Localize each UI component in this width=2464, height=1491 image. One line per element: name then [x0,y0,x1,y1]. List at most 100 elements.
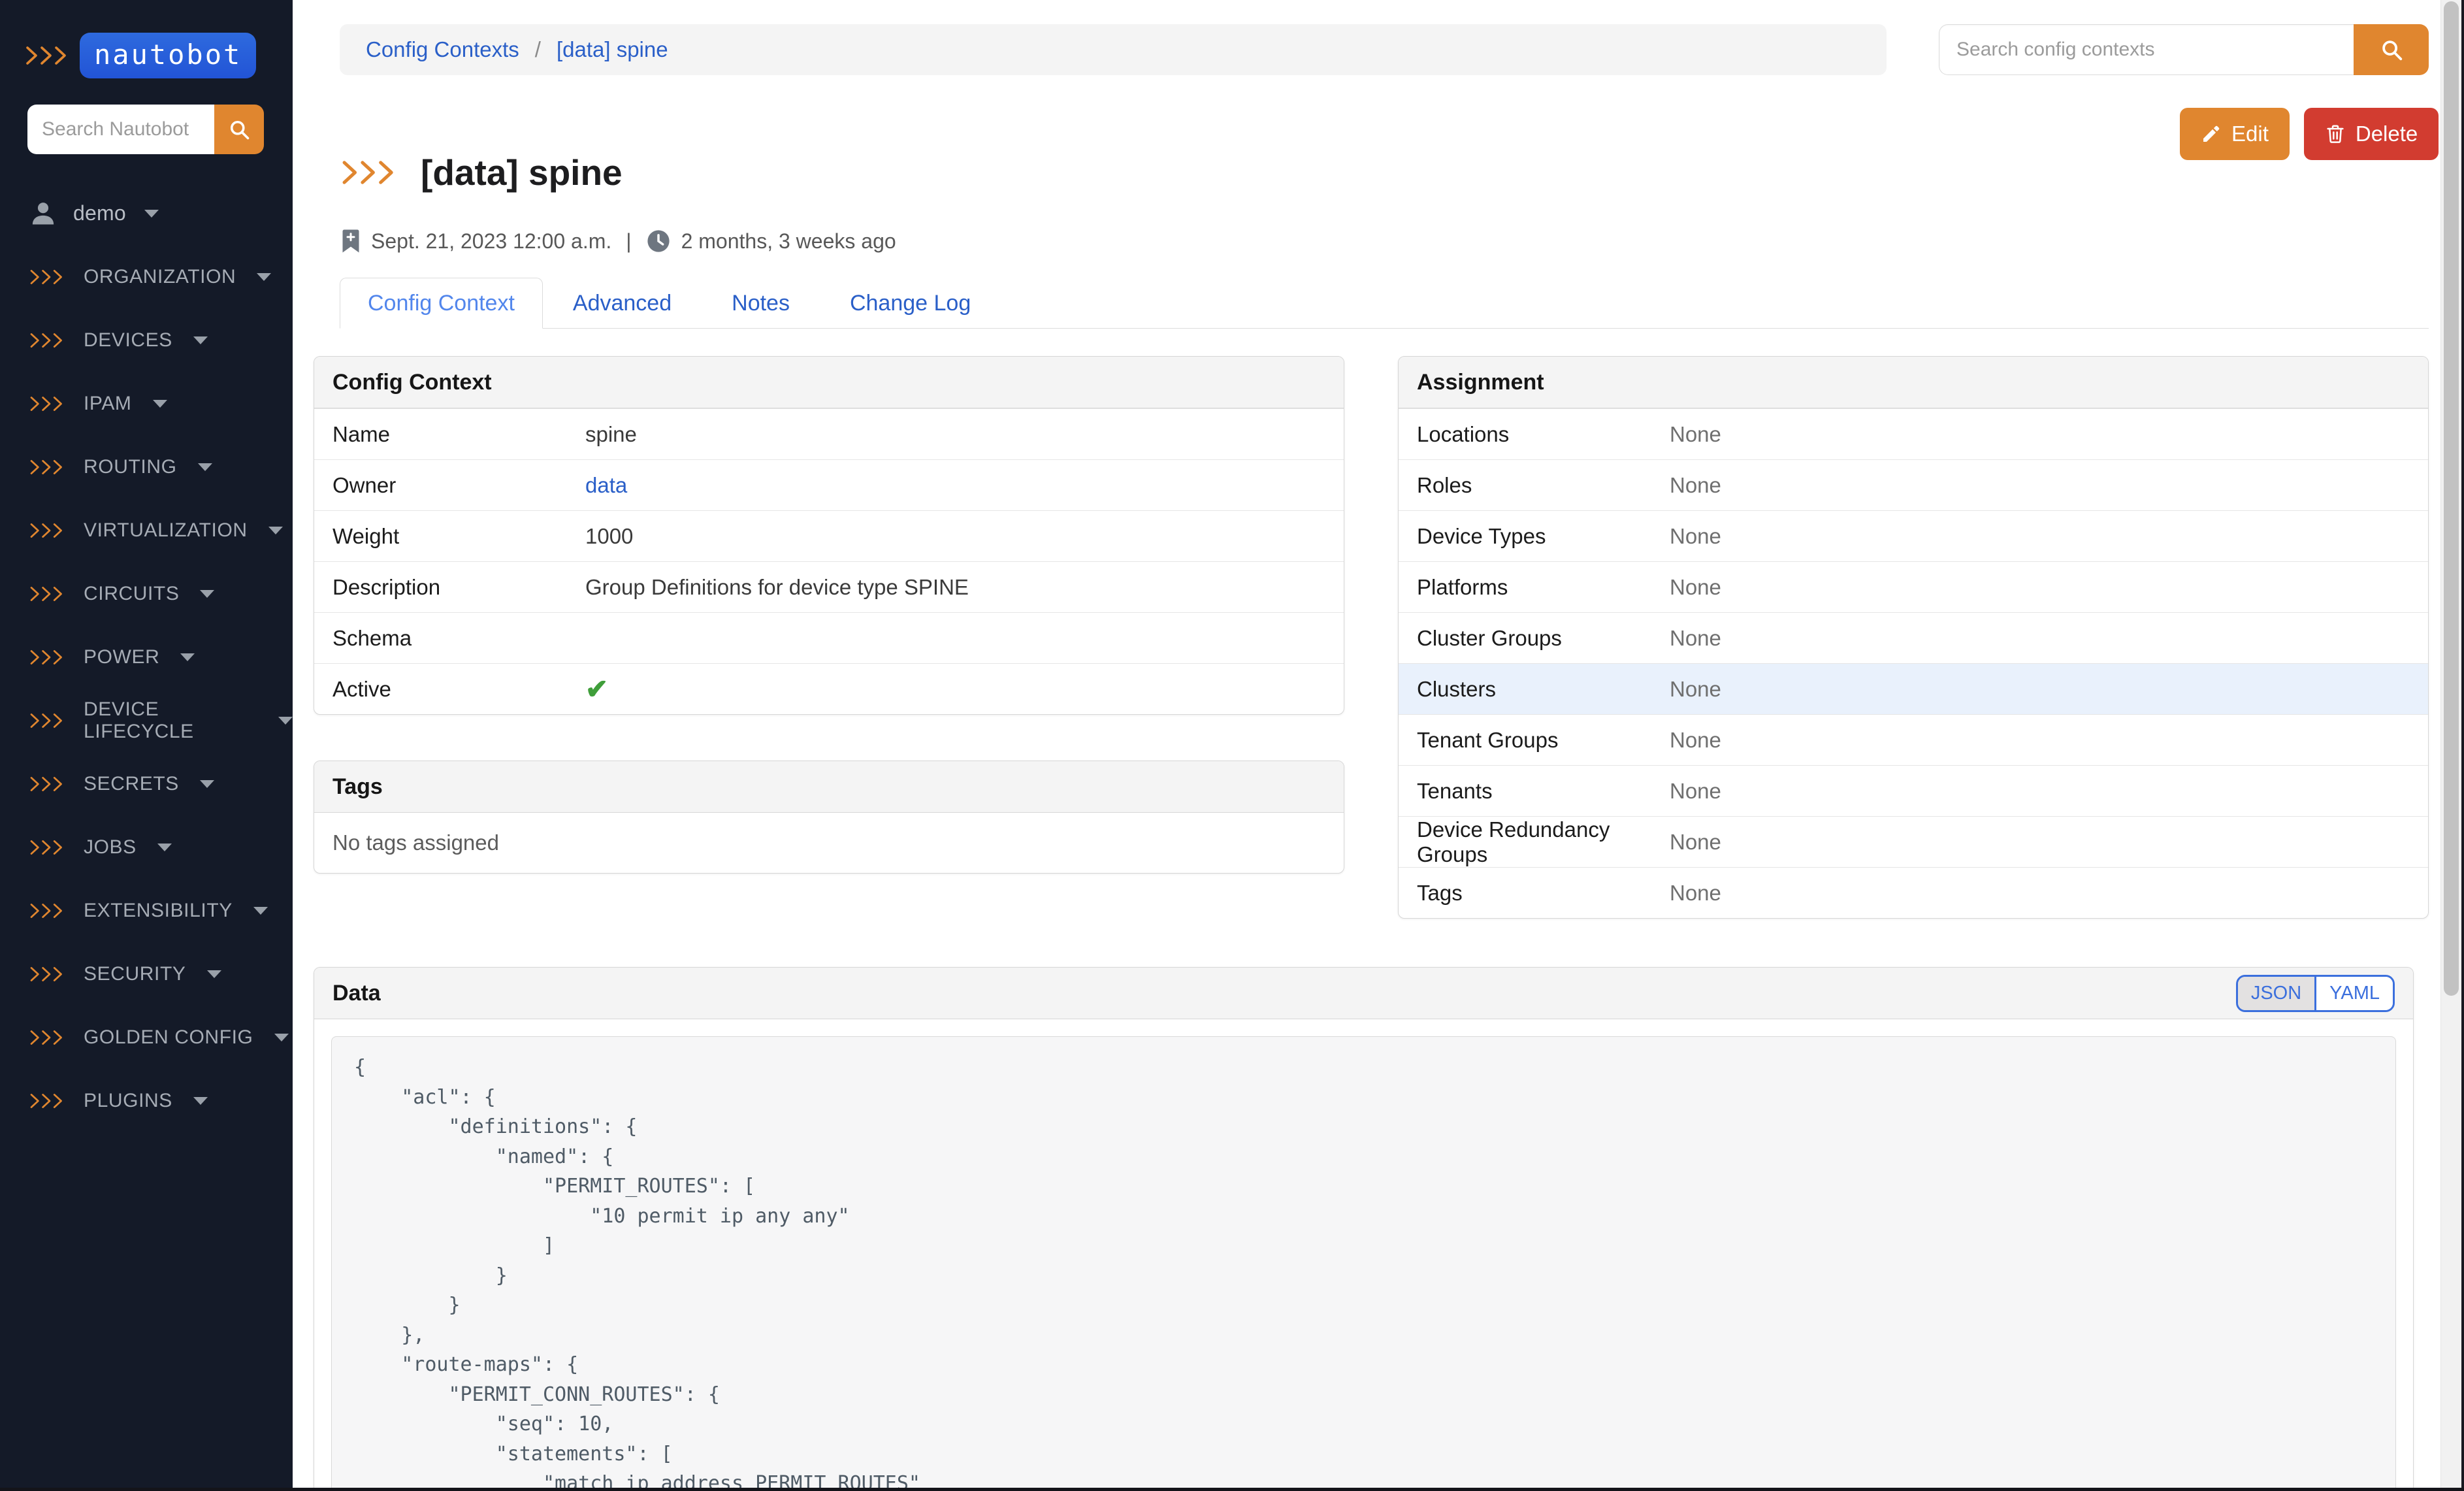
object-search-input[interactable] [1939,24,2354,75]
sidebar-search-button[interactable] [214,105,264,154]
chevron-down-icon [257,273,271,281]
row-label: Description [332,575,585,600]
sidebar-item-devices[interactable]: DEVICES [0,308,293,372]
nautobot-chevrons-icon [29,1093,65,1109]
table-row: Roles None [1399,459,2428,510]
table-row: Description Group Definitions for device… [314,561,1344,612]
search-icon [2379,37,2404,62]
sidebar-item-label: IPAM [84,393,132,415]
sidebar-item-virtualization[interactable]: VIRTUALIZATION [0,499,293,562]
page-scrollbar-thumb[interactable] [2444,1,2459,996]
object-search-button[interactable] [2354,24,2429,75]
panel-title: Assignment [1417,370,1544,395]
row-value: 1000 [585,524,633,549]
breadcrumb: Config Contexts / [data] spine [340,24,1887,75]
chevron-down-icon [278,717,293,725]
sidebar-item-label: DEVICES [84,329,172,352]
sidebar: nautobot demo ORGANIZ [0,0,293,1491]
tab-change-log[interactable]: Change Log [820,278,1001,328]
panel-title: Config Context [332,370,492,395]
row-label: Roles [1417,473,1670,498]
sidebar-item-label: POWER [84,646,159,668]
tab-notes[interactable]: Notes [702,278,820,328]
nautobot-chevrons-icon [29,966,65,982]
row-value: None [1670,728,1721,753]
nautobot-chevrons-icon [29,1030,65,1045]
owner-link[interactable]: data [585,473,627,498]
assignment-panel: Assignment Locations None Roles None Dev… [1398,356,2429,919]
edit-button[interactable]: Edit [2180,108,2290,160]
chevron-down-icon [193,336,208,344]
sidebar-item-security[interactable]: SECURITY [0,942,293,1006]
row-label: Locations [1417,422,1670,447]
sidebar-item-label: CIRCUITS [84,583,179,605]
sidebar-item-device-lifecycle[interactable]: DEVICE LIFECYCLE [0,689,293,752]
tab-config-context[interactable]: Config Context [340,278,543,329]
sidebar-item-ipam[interactable]: IPAM [0,372,293,435]
row-label: Weight [332,524,585,549]
breadcrumb-current[interactable]: [data] spine [557,37,668,62]
logo-chevrons-icon [25,46,69,65]
sidebar-item-organization[interactable]: ORGANIZATION [0,245,293,308]
sidebar-user-menu[interactable]: demo [0,182,293,245]
sidebar-item-extensibility[interactable]: EXTENSIBILITY [0,879,293,942]
row-value: None [1670,575,1721,600]
logo-wordmark: nautobot [80,33,256,78]
nautobot-chevrons-icon [29,269,65,285]
created-date: Sept. 21, 2023 12:00 a.m. [371,229,611,254]
meta-separator: | [626,229,631,254]
object-meta: Sept. 21, 2023 12:00 a.m. | 2 months, 3 … [341,229,896,254]
row-label: Device Redundancy Groups [1417,817,1670,867]
nautobot-logo[interactable]: nautobot [0,33,293,78]
table-row: Name spine [314,408,1344,459]
row-label: Tenant Groups [1417,728,1670,753]
tab-advanced[interactable]: Advanced [543,278,702,328]
sidebar-item-label: EXTENSIBILITY [84,900,233,922]
sidebar-item-label: PLUGINS [84,1090,172,1112]
nautobot-chevrons-icon [29,523,65,538]
json-format-button[interactable]: JSON [2238,977,2316,1010]
chevron-down-icon [198,463,212,471]
sidebar-search-input[interactable] [27,105,214,154]
chevron-down-icon [274,1034,289,1041]
table-row: Platforms None [1399,561,2428,612]
bookmark-plus-icon [341,229,361,254]
nautobot-chevrons-icon [341,160,397,185]
pencil-icon [2201,123,2222,144]
json-code-block: { "acl": { "definitions": { "named": { "… [331,1036,2396,1491]
nautobot-chevrons-icon [29,333,65,348]
chevron-down-icon [200,590,214,598]
sidebar-item-routing[interactable]: ROUTING [0,435,293,499]
nautobot-chevrons-icon [29,649,65,665]
object-search [1939,24,2429,75]
row-value: spine [585,422,637,447]
breadcrumb-link-config-contexts[interactable]: Config Contexts [366,37,519,62]
sidebar-item-circuits[interactable]: CIRCUITS [0,562,293,625]
nautobot-chevrons-icon [29,840,65,855]
table-row: Cluster Groups None [1399,612,2428,663]
sidebar-menu: demo ORGANIZATION DEVICES IPAM ROUTING [0,182,293,1132]
nautobot-chevrons-icon [29,459,65,475]
sidebar-item-secrets[interactable]: SECRETS [0,752,293,815]
row-label: Device Types [1417,524,1670,549]
window-right-edge [2461,0,2464,1491]
data-panel: Data JSON YAML { "acl": { "definitions":… [314,967,2414,1491]
delete-button[interactable]: Delete [2304,108,2439,160]
sidebar-item-plugins[interactable]: PLUGINS [0,1069,293,1132]
trash-icon [2325,123,2346,144]
yaml-format-button[interactable]: YAML [2316,977,2393,1010]
sidebar-item-power[interactable]: POWER [0,625,293,689]
sidebar-search [27,105,264,154]
table-row: Tags None [1399,867,2428,918]
table-row: Tenants None [1399,765,2428,816]
page-title-text: [data] spine [421,152,623,193]
sidebar-user-label: demo [73,201,126,225]
row-value: None [1670,473,1721,498]
table-row: Device Types None [1399,510,2428,561]
sidebar-item-golden-config[interactable]: GOLDEN CONFIG [0,1006,293,1069]
sidebar-item-jobs[interactable]: JOBS [0,815,293,879]
table-row: Owner data [314,459,1344,510]
panel-title: Data [332,981,381,1006]
table-row-highlighted: Clusters None [1399,663,2428,714]
active-check-icon: ✔ [585,676,608,703]
